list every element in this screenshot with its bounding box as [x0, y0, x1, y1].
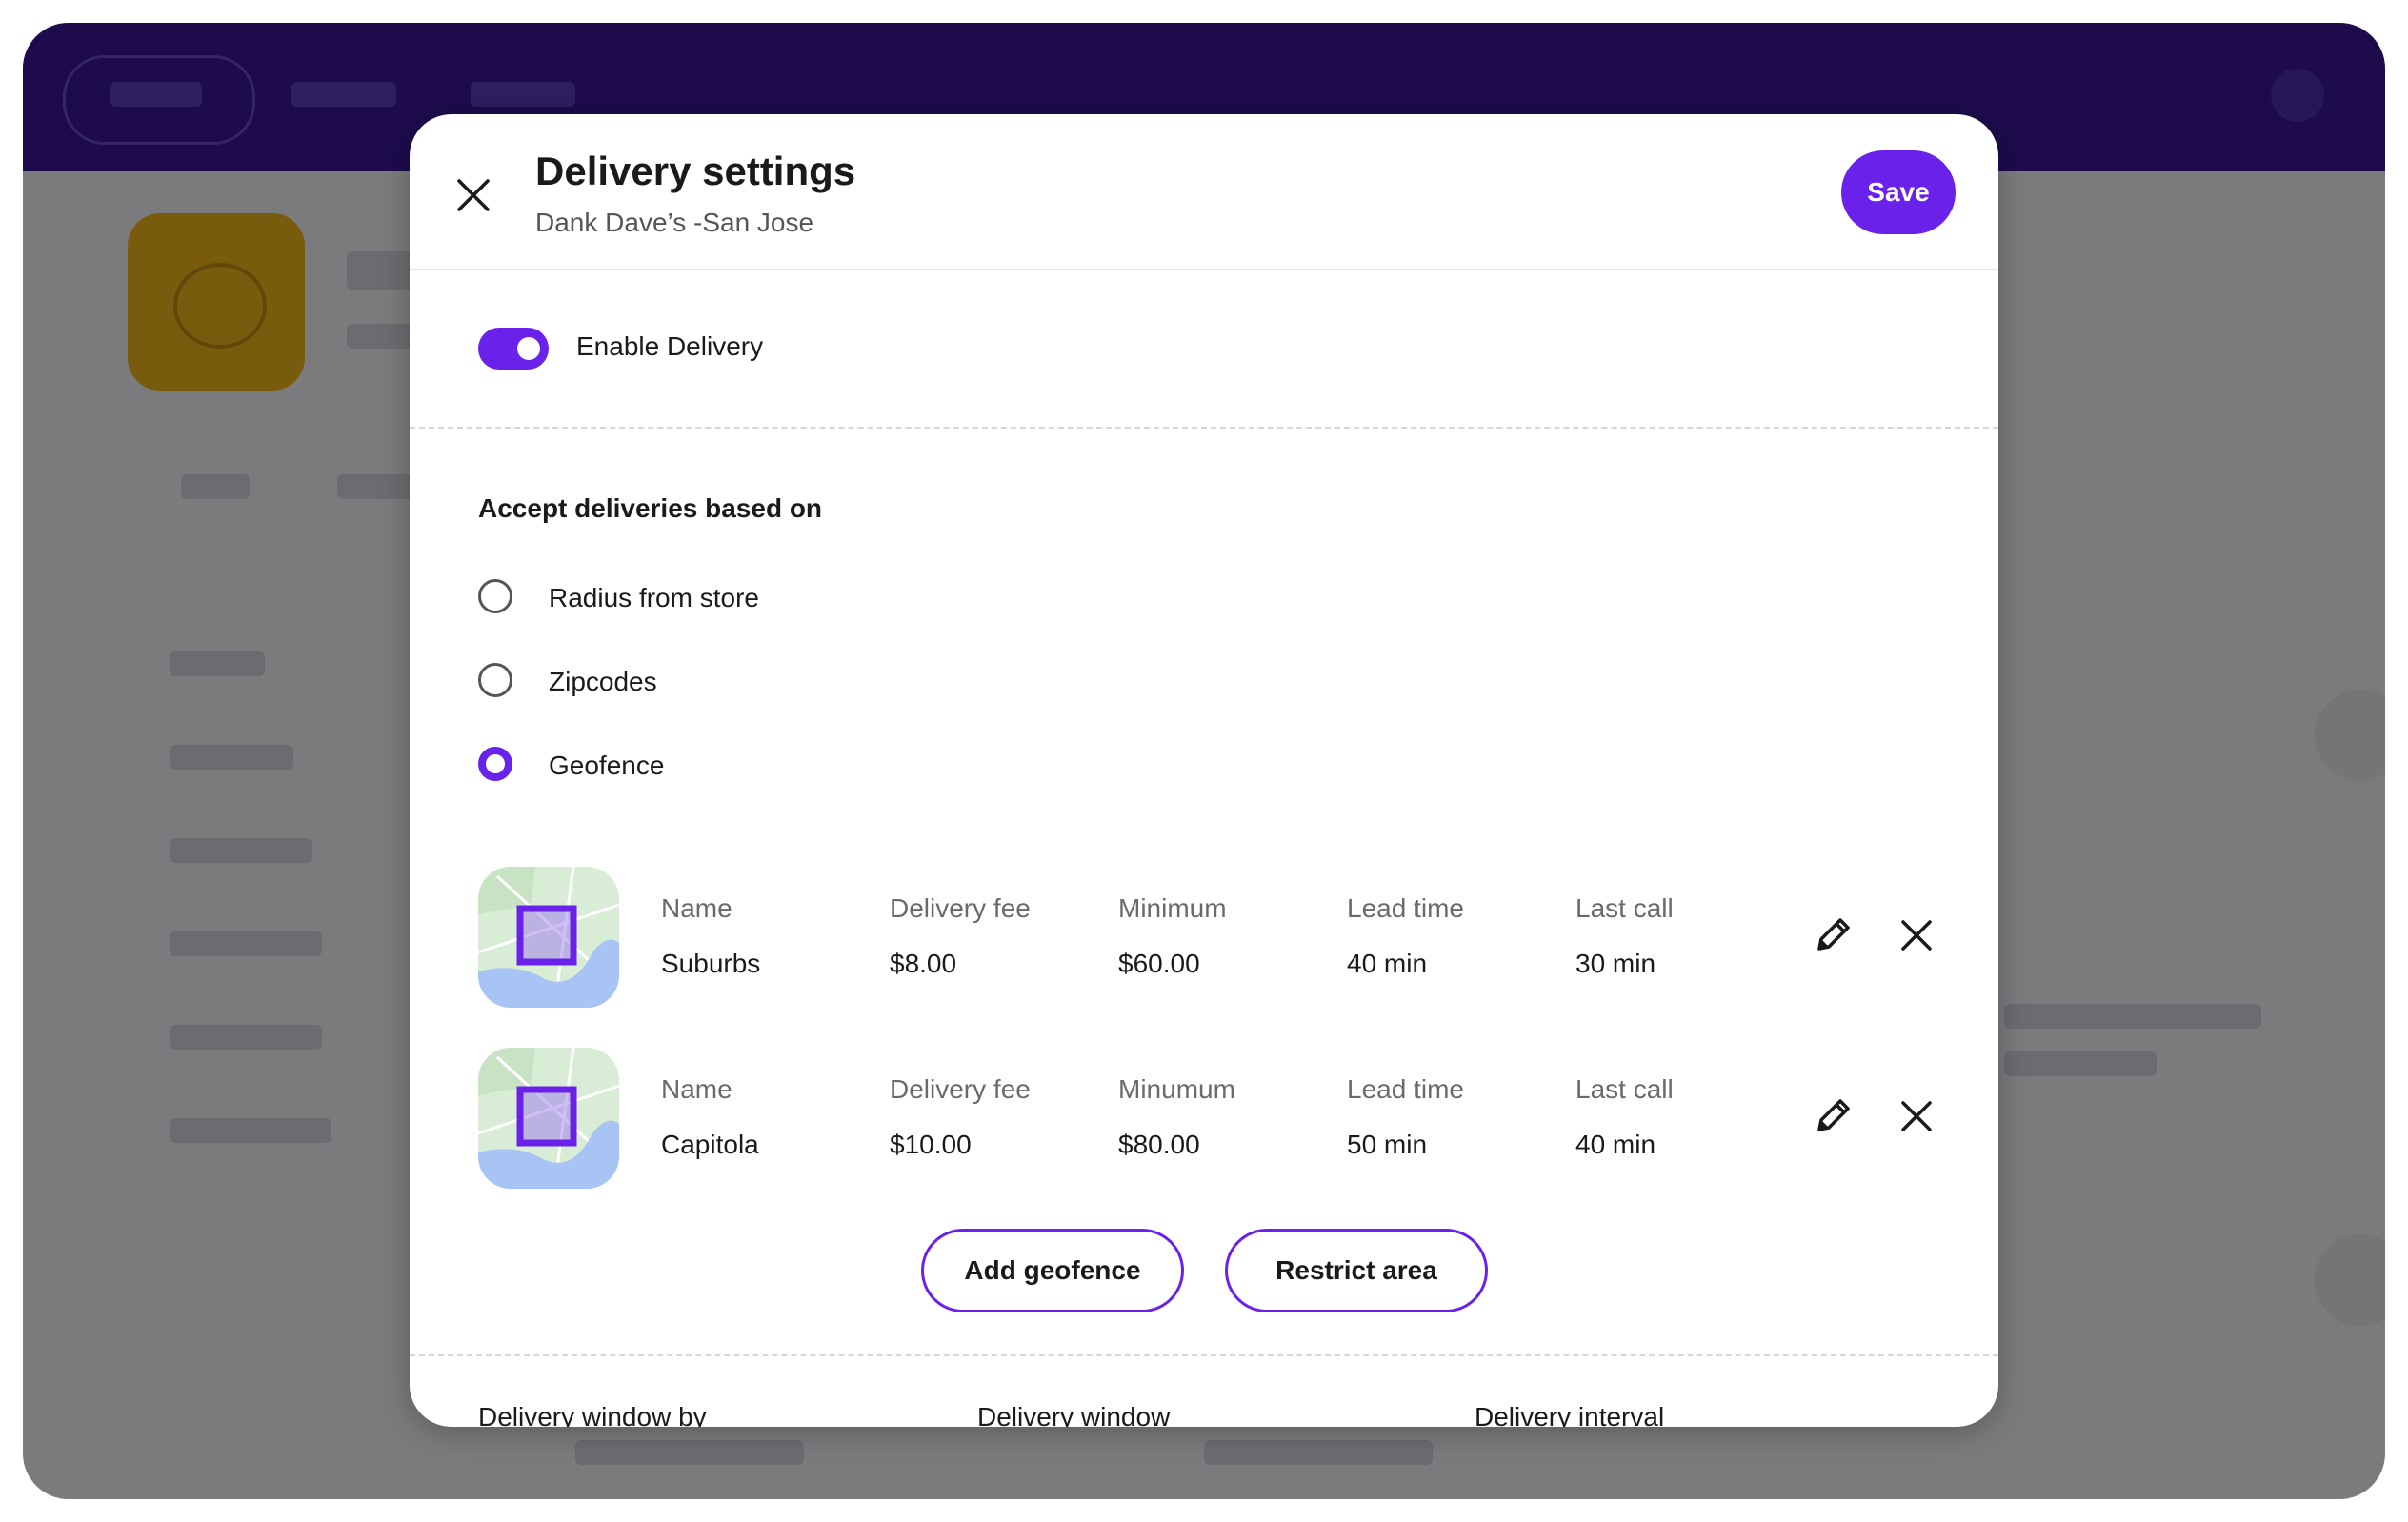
radio-label-radius: Radius from store: [549, 583, 759, 612]
add-geofence-button[interactable]: Add geofence: [921, 1229, 1184, 1312]
lead-time-value: 40 min: [1347, 949, 1428, 978]
lead-time-label: Lead time: [1347, 1074, 1464, 1104]
geofence-name: Suburbs: [661, 949, 761, 978]
delete-x-icon[interactable]: [1892, 911, 1941, 960]
save-button[interactable]: Save: [1841, 150, 1956, 234]
pencil-icon[interactable]: [1808, 1091, 1857, 1141]
geofence-name: Capitola: [661, 1130, 759, 1159]
toggle-knob: [517, 337, 540, 360]
radio-label-zipcodes: Zipcodes: [549, 667, 657, 696]
divider: [410, 1354, 1998, 1356]
delivery-window-by-label: Delivery window by: [478, 1402, 707, 1427]
close-icon[interactable]: [450, 171, 497, 219]
delivery-fee-label: Delivery fee: [890, 893, 1031, 923]
geofence-name-label: Name: [661, 1074, 732, 1104]
modal-title: Delivery settings: [535, 149, 856, 193]
minimum-label: Minumum: [1118, 1074, 1235, 1104]
enable-delivery-toggle[interactable]: [478, 328, 549, 370]
delivery-fee-value: $8.00: [890, 949, 957, 978]
last-call-value: 40 min: [1575, 1130, 1656, 1159]
minimum-label: Minimum: [1118, 893, 1227, 923]
minimum-value: $80.00: [1118, 1130, 1200, 1159]
radio-label-geofence: Geofence: [549, 751, 665, 780]
enable-delivery-label: Enable Delivery: [576, 331, 764, 361]
radio-geofence[interactable]: [478, 747, 512, 781]
delete-x-icon[interactable]: [1892, 1091, 1941, 1141]
last-call-label: Last call: [1575, 1074, 1674, 1104]
geofence-name-label: Name: [661, 893, 732, 923]
delivery-settings-modal: Delivery settings Dank Dave’s -San Jose …: [410, 114, 1998, 1427]
last-call-value: 30 min: [1575, 949, 1656, 978]
lead-time-value: 50 min: [1347, 1130, 1428, 1159]
delivery-window-label: Delivery window: [977, 1402, 1171, 1427]
pencil-icon[interactable]: [1808, 911, 1857, 960]
lead-time-label: Lead time: [1347, 893, 1464, 923]
modal-header: Delivery settings Dank Dave’s -San Jose …: [410, 114, 1998, 270]
delivery-fee-value: $10.00: [890, 1130, 972, 1159]
last-call-label: Last call: [1575, 893, 1674, 923]
delivery-fee-label: Delivery fee: [890, 1074, 1031, 1104]
geofence-map-thumbnail[interactable]: [478, 867, 619, 1008]
radio-radius-from-store[interactable]: [478, 579, 512, 613]
geofence-row: Name Capitola Delivery fee $10.00 Minumu…: [410, 1048, 1998, 1191]
geofence-map-thumbnail[interactable]: [478, 1048, 619, 1189]
delivery-interval-label: Delivery interval: [1475, 1402, 1665, 1427]
modal-subtitle: Dank Dave’s -San Jose: [535, 208, 814, 237]
radio-zipcodes[interactable]: [478, 663, 512, 697]
restrict-area-button[interactable]: Restrict area: [1225, 1229, 1488, 1312]
accept-deliveries-title: Accept deliveries based on: [478, 493, 823, 523]
divider: [410, 427, 1998, 429]
geofence-row: Name Suburbs Delivery fee $8.00 Minimum …: [410, 867, 1998, 1010]
minimum-value: $60.00: [1118, 949, 1200, 978]
